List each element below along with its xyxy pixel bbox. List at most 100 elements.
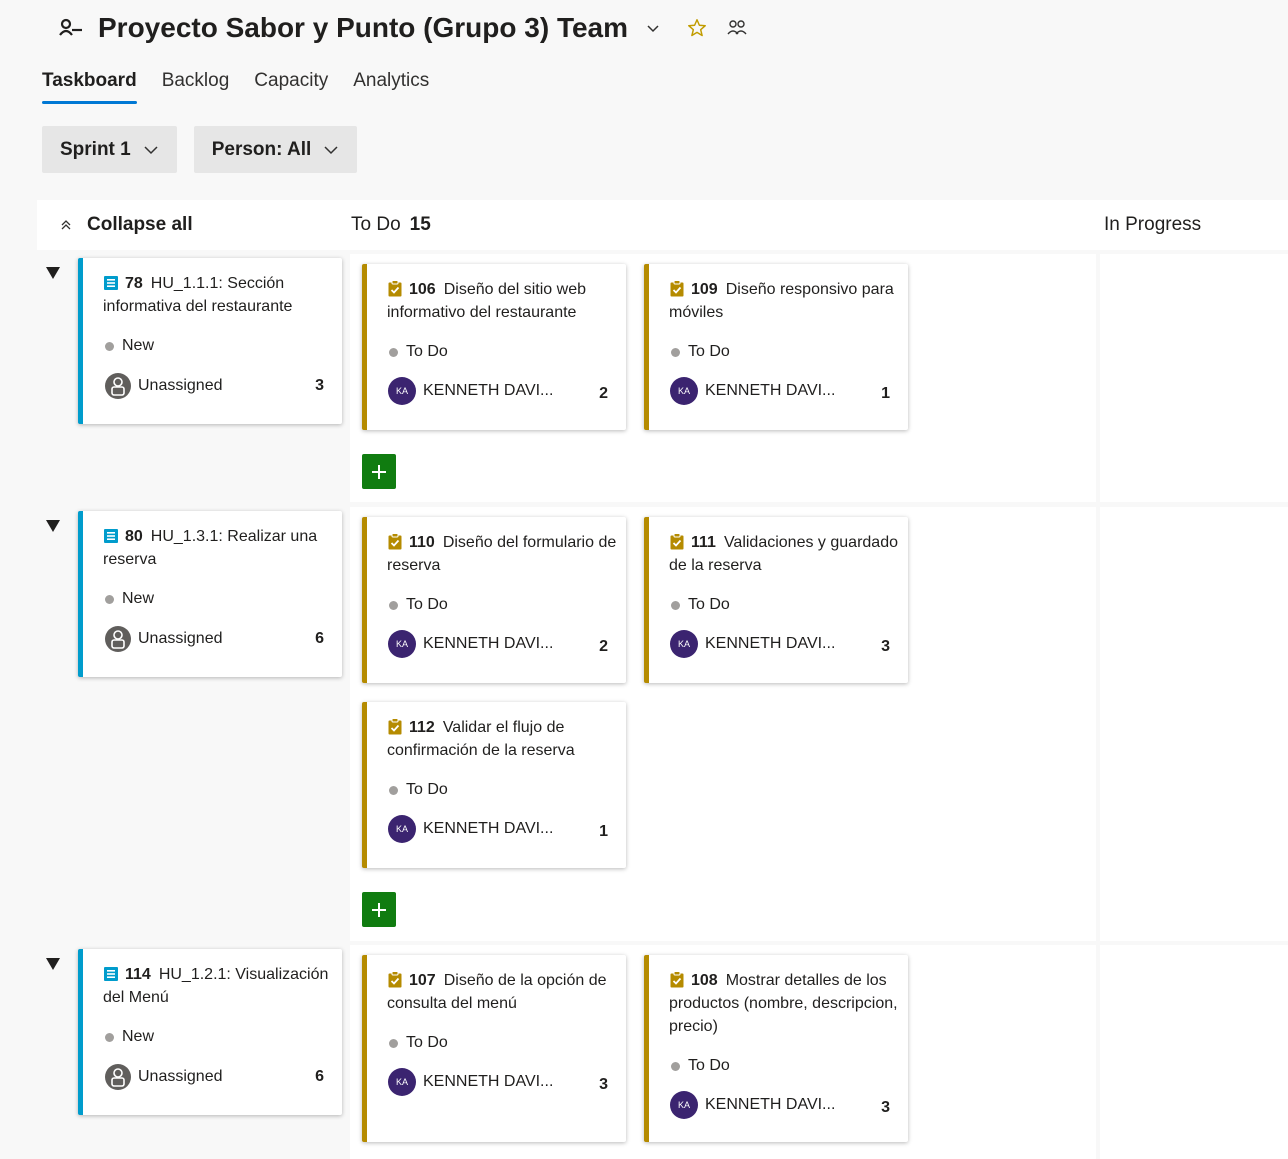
chevron-down-icon (324, 145, 338, 154)
story-card-114[interactable]: 114 HU_1.2.1: Visualización del Menú New … (78, 949, 342, 1115)
story-assignee-name: Unassigned (138, 1068, 223, 1085)
add-task-button[interactable] (362, 892, 396, 927)
story-state[interactable]: New (105, 1028, 154, 1046)
task-card-107[interactable]: 107 Diseño de la opción de consulta del m… (362, 955, 626, 1142)
collapse-all-button[interactable]: Collapse all (59, 200, 193, 250)
team-icon (58, 17, 84, 39)
task-state[interactable]: To Do (389, 781, 448, 799)
task-id: 106 (409, 281, 436, 298)
task-title: 107 Diseño de la opción de consulta del m… (387, 969, 623, 1015)
task-clipboard-icon (670, 971, 684, 988)
user-story-icon (104, 276, 118, 290)
person-filter-label: Person: All (211, 138, 312, 160)
row-2-toggle[interactable] (46, 520, 60, 532)
state-dot (671, 347, 680, 357)
task-card-109[interactable]: 109 Diseño responsivo para móviles To Do … (644, 264, 908, 430)
people-icon[interactable] (726, 17, 748, 39)
state-dot (671, 600, 680, 610)
tab-backlog[interactable]: Backlog (162, 70, 230, 104)
story-id: 78 (125, 275, 143, 292)
avatar: KA (388, 815, 416, 843)
task-assignee-name: KENNETH DAVI... (423, 1073, 554, 1090)
story-assignee-name: Unassigned (138, 377, 223, 394)
task-assignee[interactable]: KA KENNETH DAVI... (670, 1091, 835, 1119)
task-title: 109 Diseño responsivo para móviles (669, 278, 905, 324)
task-state[interactable]: To Do (389, 596, 448, 614)
task-state[interactable]: To Do (389, 1034, 448, 1052)
state-dot (105, 1032, 114, 1042)
task-card-111[interactable]: 111 Validaciones y guardado de la reserva… (644, 517, 908, 683)
state-dot (389, 600, 398, 610)
task-assignee-name: KENNETH DAVI... (705, 635, 836, 652)
hub-tabs: Taskboard Backlog Capacity Analytics (42, 70, 454, 104)
task-assignee[interactable]: KA KENNETH DAVI... (388, 815, 553, 843)
task-state[interactable]: To Do (671, 1057, 730, 1075)
task-assignee[interactable]: KA KENNETH DAVI... (388, 1068, 553, 1096)
star-icon[interactable] (686, 17, 708, 39)
sprint-picker[interactable]: Sprint 1 (42, 126, 177, 173)
task-state[interactable]: To Do (671, 343, 730, 361)
avatar: KA (670, 377, 698, 405)
task-title: 111 Validaciones y guardado de la reserva (669, 531, 905, 577)
avatar: KA (388, 377, 416, 405)
add-task-button[interactable] (362, 454, 396, 489)
task-assignee[interactable]: KA KENNETH DAVI... (388, 377, 553, 405)
story-card-80[interactable]: 80 HU_1.3.1: Realizar una reserva New Una… (78, 511, 342, 677)
task-assignee-name: KENNETH DAVI... (423, 382, 554, 399)
task-state-label: To Do (406, 343, 448, 360)
tab-taskboard[interactable]: Taskboard (42, 70, 137, 104)
person-filter[interactable]: Person: All (193, 126, 358, 173)
task-card-108[interactable]: 108 Mostrar detalles de los productos (no… (644, 955, 908, 1142)
task-assignee[interactable]: KA KENNETH DAVI... (670, 630, 835, 658)
sprint-picker-label: Sprint 1 (60, 138, 131, 160)
task-assignee[interactable]: KA KENNETH DAVI... (388, 630, 553, 658)
story-card-78[interactable]: 78 HU_1.1.1: Sección informativa del rest… (78, 258, 342, 424)
task-card-110[interactable]: 110 Diseño del formulario de reserva To D… (362, 517, 626, 683)
story-assignee[interactable]: Unassigned (104, 1063, 223, 1091)
double-chevron-up-icon (61, 220, 71, 230)
story-state[interactable]: New (105, 337, 154, 355)
story-state[interactable]: New (105, 590, 154, 608)
task-title: 112 Validar el flujo de confirmación de l… (387, 716, 623, 762)
task-assignee-name: KENNETH DAVI... (423, 635, 554, 652)
story-id: 114 (125, 966, 151, 983)
task-clipboard-icon (388, 718, 402, 735)
story-assignee[interactable]: Unassigned (104, 625, 223, 653)
story-assignee[interactable]: Unassigned (104, 372, 223, 400)
story-remaining-work: 6 (315, 1068, 324, 1085)
task-remaining-work: 1 (599, 823, 608, 840)
page-header: Proyecto Sabor y Punto (Grupo 3) Team (58, 8, 748, 48)
story-title: 78 HU_1.1.1: Sección informativa del rest… (103, 272, 339, 318)
user-story-icon (104, 529, 118, 543)
state-dot (389, 1038, 398, 1048)
task-assignee-name: KENNETH DAVI... (423, 820, 554, 837)
task-id: 112 (409, 719, 435, 736)
state-dot (105, 594, 114, 604)
story-assignee-name: Unassigned (138, 630, 223, 647)
row-3-inprogress-cell (1100, 945, 1288, 1159)
task-state-label: To Do (406, 781, 448, 798)
task-clipboard-icon (670, 533, 684, 550)
task-assignee[interactable]: KA KENNETH DAVI... (670, 377, 835, 405)
avatar: KA (388, 1068, 416, 1096)
task-card-112[interactable]: 112 Validar el flujo de confirmación de l… (362, 702, 626, 868)
tab-capacity[interactable]: Capacity (254, 70, 328, 104)
task-remaining-work: 1 (881, 385, 890, 402)
task-state[interactable]: To Do (671, 596, 730, 614)
task-state-label: To Do (688, 1057, 730, 1074)
task-state[interactable]: To Do (389, 343, 448, 361)
tab-analytics[interactable]: Analytics (353, 70, 429, 104)
team-dropdown-chevron-icon[interactable] (646, 21, 660, 35)
state-dot (389, 347, 398, 357)
state-dot (671, 1061, 680, 1071)
task-remaining-work: 2 (599, 638, 608, 655)
task-card-106[interactable]: 106 Diseño del sitio web informativo del … (362, 264, 626, 430)
row-3-toggle[interactable] (46, 958, 60, 970)
row-1-toggle[interactable] (46, 267, 60, 279)
unassigned-avatar-icon (105, 1064, 131, 1090)
story-title: 80 HU_1.3.1: Realizar una reserva (103, 525, 339, 571)
unassigned-avatar-icon (105, 373, 131, 399)
column-todo-count: 15 (409, 214, 431, 235)
task-clipboard-icon (388, 280, 402, 297)
task-id: 108 (691, 972, 718, 989)
